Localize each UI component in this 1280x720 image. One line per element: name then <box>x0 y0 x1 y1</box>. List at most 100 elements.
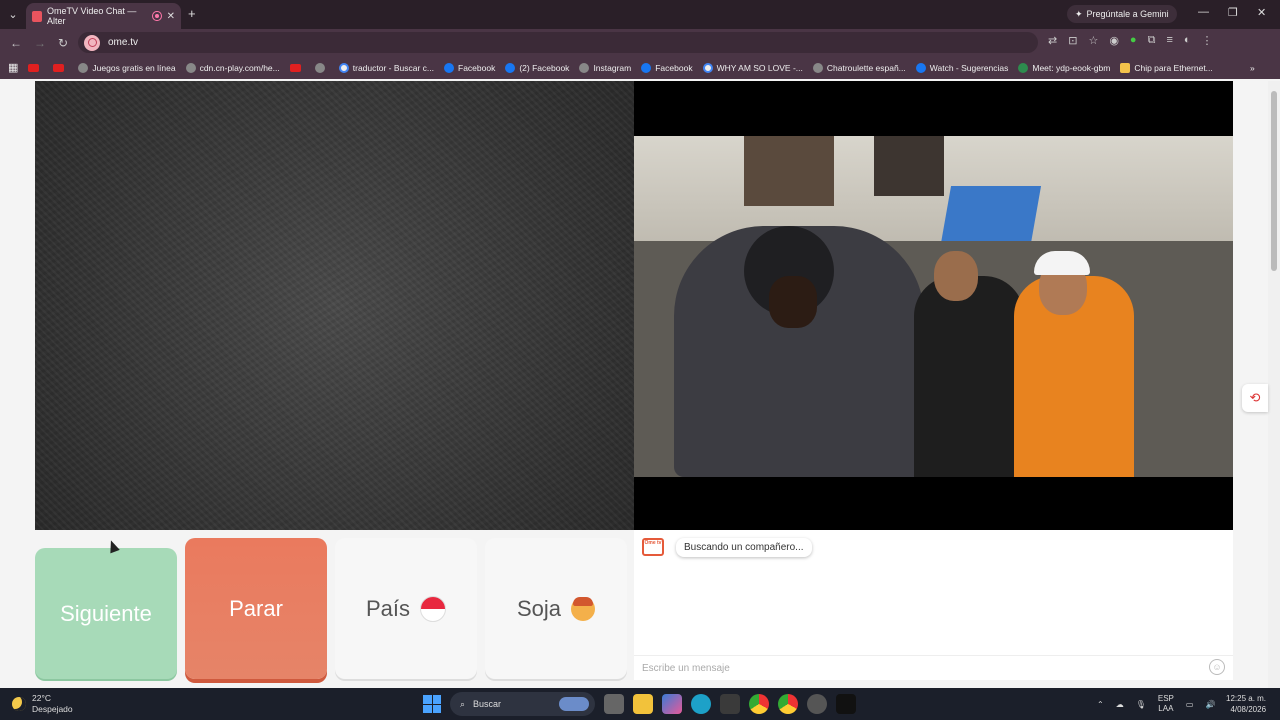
tab-title: OmeTV Video Chat — Alter <box>47 6 137 26</box>
globe-icon <box>314 62 325 73</box>
bookmark-item[interactable] <box>28 63 43 72</box>
message-input[interactable]: Escribe un mensaje <box>634 655 1233 680</box>
bookmark-item[interactable]: Instagram <box>579 62 631 73</box>
cloud-icon[interactable]: ☁ <box>1116 700 1124 709</box>
next-label: Siguiente <box>60 600 152 626</box>
clock[interactable]: 12:25 a. m. 4/08/2026 <box>1226 693 1266 715</box>
extension-icon[interactable]: ◉ <box>1109 34 1119 47</box>
bookmark-item[interactable]: WHY AM SO LOVE -... <box>702 62 803 73</box>
new-tab-button[interactable]: + <box>188 6 196 21</box>
search-icon: ⌕ <box>460 698 466 709</box>
bookmark-item[interactable]: traductor - Buscar c... <box>338 62 434 73</box>
globe-icon <box>579 62 590 73</box>
bookmark-item[interactable]: Chip para Ethernet... <box>1120 62 1213 73</box>
copilot-icon[interactable] <box>662 694 682 714</box>
person-face <box>934 251 978 301</box>
language-indicator[interactable]: ESP LAA <box>1158 694 1174 714</box>
minimize-button[interactable]: — <box>1198 6 1209 18</box>
taskbar-search[interactable]: ⌕ Buscar <box>450 692 595 716</box>
shelf <box>744 136 834 206</box>
bookmark-icon <box>1120 62 1131 73</box>
bookmark-item[interactable] <box>314 62 329 73</box>
globe-icon <box>812 62 823 73</box>
bookmark-item[interactable]: Facebook <box>444 62 495 73</box>
extensions-puzzle-icon[interactable]: ⧉ <box>1148 34 1156 47</box>
stop-button[interactable]: Parar <box>185 538 327 679</box>
media-controls-icon[interactable]: ≡ <box>1166 34 1172 47</box>
emoji-icon[interactable]: ☺ <box>1209 659 1225 675</box>
apps-grid-icon[interactable]: ▦ <box>8 61 18 74</box>
bookmark-item[interactable]: (2) Facebook <box>505 62 569 73</box>
bookmark-item[interactable]: Juegos gratis en línea <box>78 62 176 73</box>
reload-button[interactable]: ↻ <box>58 36 68 50</box>
facebook-icon <box>641 62 652 73</box>
gender-label: Soja <box>516 595 562 621</box>
local-video <box>35 81 635 530</box>
bookmark-star-icon[interactable]: ☆ <box>1088 34 1098 47</box>
boy-emoji-icon <box>571 596 596 621</box>
task-view-icon[interactable] <box>604 694 624 714</box>
globe-icon <box>185 62 196 73</box>
partner-video <box>634 81 1233 530</box>
country-button[interactable]: País <box>335 538 477 679</box>
bookmark-item[interactable]: cdn.cn-play.com/he... <box>185 62 280 73</box>
menu-icon[interactable]: ⋮ <box>1202 34 1213 47</box>
system-tray: ⌃ ☁ 🎙 ESP LAA ▭ 🔊 <box>1097 694 1215 714</box>
forward-button[interactable]: → <box>34 36 46 50</box>
google-icon <box>338 62 349 73</box>
tab-ometv[interactable]: OmeTV Video Chat — Alter ✕ <box>26 3 181 29</box>
close-window-button[interactable]: ✕ <box>1257 6 1266 19</box>
person-face <box>769 276 817 328</box>
profile-avatar[interactable]: ◐ <box>1184 34 1191 47</box>
lang-line1: ESP <box>1157 694 1174 703</box>
weather-widget[interactable]: 22°C Despejado <box>12 693 73 715</box>
app-icon[interactable] <box>807 694 827 714</box>
network-icon[interactable]: ▭ <box>1186 700 1194 709</box>
mic-icon[interactable]: 🎙 <box>1136 700 1146 709</box>
restore-button[interactable]: ❐ <box>1228 6 1238 19</box>
bookmark-item[interactable]: Chatroulette españ... <box>812 62 906 73</box>
sync-icon[interactable]: ⟲ <box>1242 384 1268 412</box>
more-bookmarks-icon[interactable]: » <box>1250 63 1255 73</box>
time: 12:25 a. m. <box>1226 694 1267 703</box>
back-button[interactable]: ← <box>10 36 22 50</box>
weather-condition: Despejado <box>32 704 73 714</box>
file-explorer-icon[interactable] <box>633 694 653 714</box>
bookmark-item[interactable]: Facebook <box>641 62 693 73</box>
message-placeholder: Escribe un mensaje <box>642 662 730 674</box>
gemini-label: Pregúntale a Gemini <box>1086 9 1169 19</box>
tab-search-icon[interactable]: ⌄ <box>0 0 26 29</box>
scrollbar-thumb[interactable] <box>1271 91 1277 271</box>
extension-green-icon[interactable]: ● <box>1130 34 1137 47</box>
youtube-icon <box>53 63 65 72</box>
site-info-icon[interactable] <box>84 34 100 51</box>
install-icon[interactable]: ⊡ <box>1068 34 1077 47</box>
edge-icon[interactable] <box>691 694 711 714</box>
bookmarks-bar: ▦ Juegos gratis en línea cdn.cn-play.com… <box>0 56 1280 79</box>
next-button[interactable]: Siguiente <box>35 548 177 679</box>
tiktok-icon[interactable] <box>836 694 856 714</box>
taskbar: 22°C Despejado ⌕ Buscar ⌃ ☁ 🎙 ESP LAA ▭ 🔊 … <box>0 688 1280 720</box>
stop-label: Parar <box>229 595 283 621</box>
volume-icon[interactable]: 🔊 <box>1205 700 1215 709</box>
gemini-button[interactable]: ✦ Pregúntale a Gemini <box>1067 5 1177 23</box>
globe-icon <box>78 62 89 73</box>
close-tab-icon[interactable]: ✕ <box>167 11 175 22</box>
person-cap <box>1034 251 1090 275</box>
facebook-icon <box>505 62 516 73</box>
bookmark-item[interactable] <box>53 63 68 72</box>
gemini-icon: ✦ <box>1075 8 1083 19</box>
bookmark-item[interactable]: Watch - Sugerencias <box>915 62 1008 73</box>
youtube-icon <box>289 63 301 72</box>
scrollbar[interactable] <box>1268 81 1280 688</box>
chrome-profile-icon[interactable] <box>778 694 798 714</box>
url-field[interactable]: ome.tv <box>78 32 1038 53</box>
chevron-up-icon[interactable]: ⌃ <box>1097 700 1104 709</box>
start-icon[interactable] <box>423 695 441 713</box>
store-icon[interactable] <box>720 694 740 714</box>
translate-icon[interactable]: ⇄ <box>1048 34 1057 47</box>
bookmark-item[interactable] <box>289 63 305 72</box>
chrome-icon[interactable] <box>749 694 769 714</box>
gender-button[interactable]: Soja <box>485 538 627 679</box>
bookmark-item[interactable]: Meet: ydp-eook-gbm <box>1018 62 1110 73</box>
